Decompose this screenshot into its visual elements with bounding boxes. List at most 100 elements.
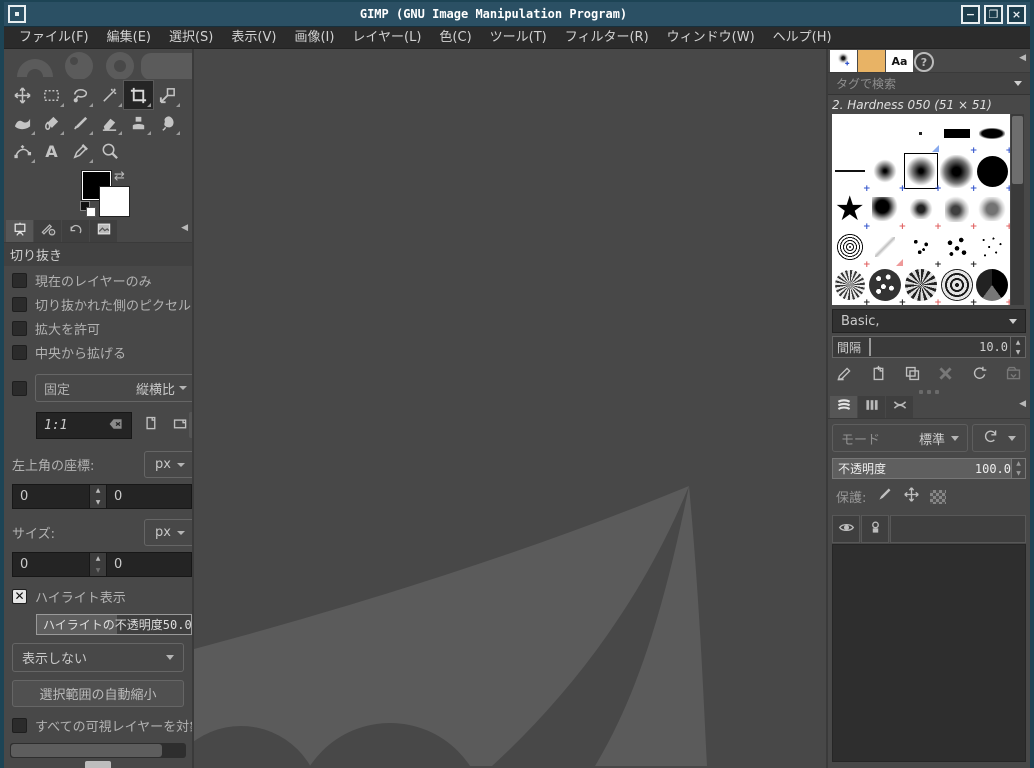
portrait-button[interactable]	[138, 414, 162, 438]
brush-cell[interactable]: +	[974, 114, 1010, 152]
brush-cell[interactable]: +	[868, 266, 904, 304]
size-width-input[interactable]: 0	[12, 552, 90, 577]
tab-paths[interactable]	[886, 396, 913, 418]
tab-fonts[interactable]: Aa	[886, 50, 913, 72]
layers-list[interactable]	[832, 544, 1026, 762]
clear-entry-icon[interactable]	[108, 416, 124, 436]
layer-opacity-spinner[interactable]: ▲▼	[1011, 459, 1025, 478]
tool-options-hscrollbar[interactable]	[10, 743, 186, 758]
free-select-tool[interactable]	[66, 81, 95, 109]
tab-patterns[interactable]	[858, 50, 885, 72]
color-picker-tool[interactable]	[66, 137, 95, 165]
paths-tool[interactable]	[8, 137, 37, 165]
duplicate-brush-button[interactable]	[904, 365, 921, 386]
crop-tool[interactable]	[124, 81, 153, 109]
open-brush-as-image-button[interactable]	[1005, 365, 1022, 386]
brush-cell[interactable]: +	[974, 190, 1010, 228]
brush-cell[interactable]	[832, 114, 868, 152]
highlight-opacity-slider[interactable]: ハイライトの不透明度 50.0	[36, 614, 192, 635]
brush-cell[interactable]: +	[868, 190, 904, 228]
link-header-cell[interactable]	[861, 515, 889, 543]
brush-cell[interactable]: +	[939, 152, 975, 190]
tag-search-input[interactable]: タグで検索	[828, 73, 1030, 95]
brush-cell[interactable]: +	[832, 152, 868, 190]
menu-item-2[interactable]: 編集(E)	[98, 27, 160, 48]
rectangle-select-tool[interactable]	[37, 81, 66, 109]
option-checkbox-3[interactable]	[12, 321, 27, 336]
spacing-slider[interactable]: 間隔 10.0 ▲▼	[832, 336, 1026, 358]
fixed-checkbox[interactable]	[12, 381, 27, 396]
merged-checkbox[interactable]	[12, 718, 27, 733]
brush-cell-selected[interactable]: +	[903, 152, 939, 190]
layer-mode-switch-button[interactable]	[972, 424, 1026, 452]
refresh-brushes-button[interactable]	[971, 365, 988, 386]
spacing-spinner[interactable]: ▲▼	[1010, 337, 1025, 357]
edit-brush-button[interactable]	[836, 365, 853, 386]
background-color-swatch[interactable]	[100, 187, 129, 216]
menu-item-3[interactable]: 選択(S)	[160, 27, 222, 48]
eraser-tool[interactable]	[95, 109, 124, 137]
size-height-input[interactable]: 0	[107, 552, 192, 577]
lock-pixels-icon[interactable]	[876, 486, 893, 507]
menu-item-7[interactable]: 色(C)	[430, 27, 480, 48]
brush-cell[interactable]: +	[939, 190, 975, 228]
highlight-checkbox[interactable]: ✕	[12, 589, 27, 604]
zoom-tool[interactable]	[95, 137, 124, 165]
menu-item-10[interactable]: ウィンドウ(W)	[658, 27, 764, 48]
brush-cell[interactable]: +	[903, 190, 939, 228]
autoshrink-button[interactable]: 選択範囲の自動縮小	[12, 680, 184, 707]
new-brush-button[interactable]	[870, 365, 887, 386]
tab-help[interactable]: ?	[914, 52, 934, 72]
brush-cell[interactable]: +	[868, 152, 904, 190]
fuzzy-select-tool[interactable]	[95, 81, 124, 109]
minimize-button[interactable]: −	[961, 5, 980, 24]
tab-tool-options[interactable]	[6, 220, 33, 242]
option-checkbox-4[interactable]	[12, 345, 27, 360]
lock-position-icon[interactable]	[903, 486, 920, 507]
position-y-input[interactable]: 0	[107, 484, 192, 509]
brush-cell[interactable]: +	[903, 228, 939, 266]
smudge-tool[interactable]	[153, 109, 182, 137]
brush-cell[interactable]: +	[939, 228, 975, 266]
move-tool[interactable]	[8, 81, 37, 109]
brush-cell[interactable]	[868, 114, 904, 152]
position-x-input[interactable]: 0	[12, 484, 90, 509]
size-width-spinner[interactable]: ▲▼	[90, 552, 107, 577]
bucket-fill-tool[interactable]	[37, 109, 66, 137]
menu-item-1[interactable]: ファイル(F)	[10, 27, 98, 48]
brush-cell[interactable]: +	[974, 152, 1010, 190]
clone-tool[interactable]	[124, 109, 153, 137]
tab-images[interactable]	[90, 220, 117, 242]
dock-menu-icon[interactable]: ◀	[1019, 399, 1026, 409]
tab-channels[interactable]	[858, 396, 885, 418]
brush-cell[interactable]	[868, 228, 904, 266]
dock-menu-icon[interactable]: ◀	[181, 223, 188, 233]
tab-undo-history[interactable]	[62, 220, 89, 242]
brush-collection-dropdown[interactable]: Basic,	[832, 309, 1026, 333]
brush-cell[interactable]	[974, 228, 1010, 266]
paintbrush-tool[interactable]	[66, 109, 95, 137]
brush-cell[interactable]: +	[974, 266, 1010, 304]
canvas-area[interactable]	[194, 49, 826, 768]
brush-cell[interactable]: +	[903, 266, 939, 304]
position-unit-dropdown[interactable]: px	[144, 451, 192, 478]
brush-cell[interactable]: ★+	[832, 190, 868, 228]
tab-device-status[interactable]: i	[34, 220, 61, 242]
dock-menu-icon[interactable]: ◀	[1019, 53, 1026, 63]
text-tool[interactable]: A	[37, 137, 66, 165]
brush-cell[interactable]: +	[939, 266, 975, 304]
menu-item-4[interactable]: 表示(V)	[222, 27, 285, 48]
tab-brushes[interactable]	[830, 50, 857, 72]
aspect-ratio-input[interactable]: 1:1	[36, 412, 132, 439]
window-menu-button[interactable]	[8, 5, 26, 23]
menu-item-6[interactable]: レイヤー(L)	[343, 27, 430, 48]
position-x-spinner[interactable]: ▲▼	[90, 484, 107, 509]
swap-colors-icon[interactable]: ⇄	[114, 169, 125, 184]
close-button[interactable]: ×	[1007, 5, 1026, 24]
option-checkbox-2[interactable]	[12, 297, 27, 312]
menu-item-11[interactable]: ヘルプ(H)	[764, 27, 841, 48]
maximize-button[interactable]: ❐	[984, 5, 1003, 24]
layer-mode-dropdown[interactable]: モード 標準	[832, 424, 968, 452]
brush-cell[interactable]: +	[832, 228, 868, 266]
visibility-header-cell[interactable]	[832, 515, 860, 543]
